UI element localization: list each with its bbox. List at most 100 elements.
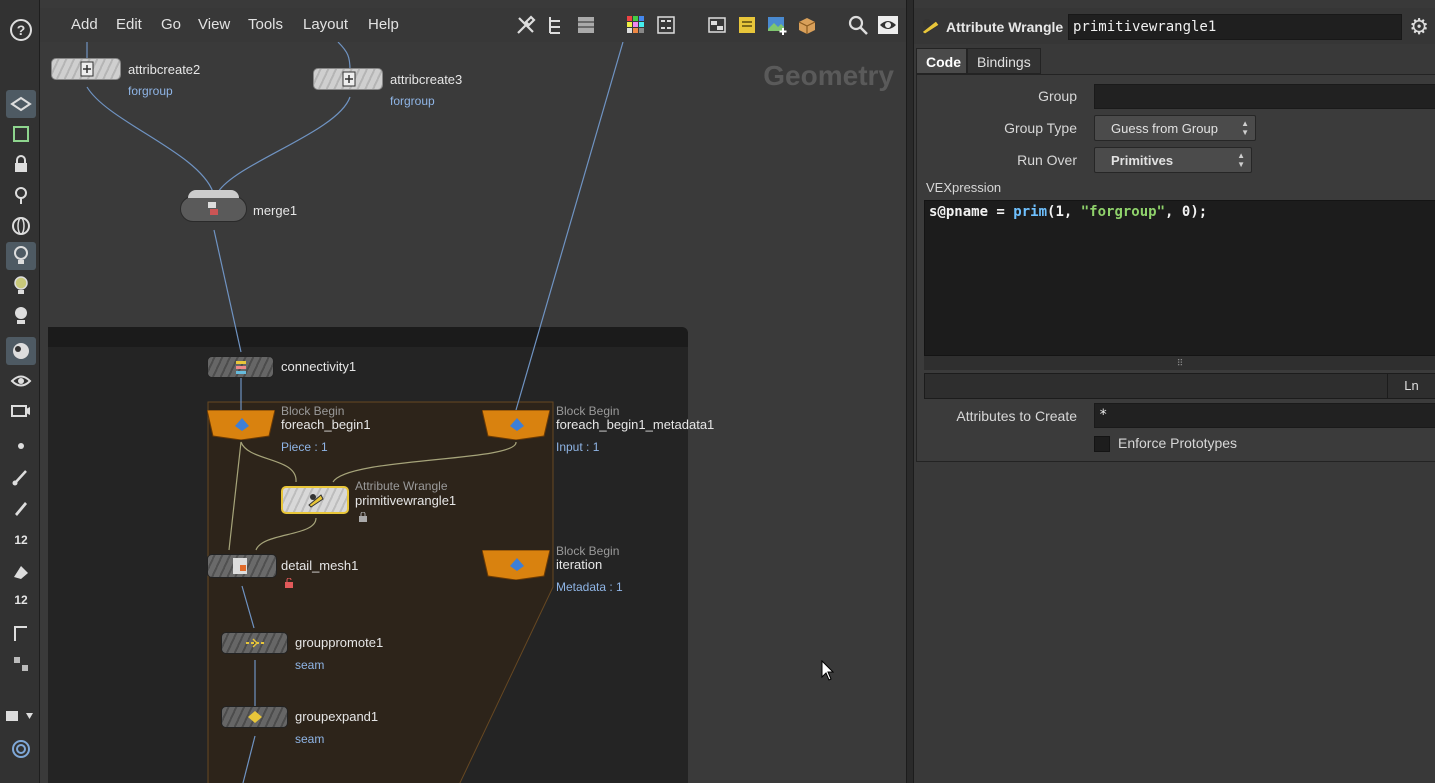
parameter-header: Attribute Wrangle primitivewrangle1 ⚙ [914, 8, 1435, 44]
node-name: primitivewrangle1 [355, 493, 457, 508]
node-type-label: Attribute Wrangle [946, 19, 1064, 35]
menu-go[interactable]: Go [161, 16, 181, 33]
menu-view[interactable]: View [198, 16, 230, 33]
run-over-dropdown[interactable]: Primitives ▲ ▼ [1094, 147, 1252, 173]
node-name: connectivity1 [281, 359, 357, 374]
menu-layout[interactable]: Layout [303, 16, 348, 33]
code-token: s@pname = [929, 204, 1014, 220]
pose-tool-button[interactable] [6, 120, 36, 148]
list-icon [578, 17, 594, 33]
render-icon [13, 343, 29, 359]
wire-far-metadata [515, 42, 624, 411]
parameter-editor: Attribute Wrangle primitivewrangle1 ⚙ Co… [914, 0, 1435, 783]
search-button[interactable] [847, 14, 869, 36]
eye-tool-button[interactable] [6, 367, 36, 395]
help-icon: ? [10, 19, 32, 41]
enforce-prototypes-checkbox[interactable] [1094, 436, 1110, 452]
node-name: foreach_begin1_metadata1 [556, 417, 715, 432]
sticky-note-icon [739, 17, 755, 33]
network-editor: Add Edit Go View Tools Layout Help Geome… [40, 0, 906, 783]
wire-layer [86, 42, 624, 783]
grid-tool-button[interactable] [6, 650, 36, 678]
code-function: prim [1013, 204, 1048, 220]
group-input[interactable] [1094, 84, 1435, 109]
shapes-button[interactable] [655, 14, 677, 36]
angle-icon [14, 626, 27, 641]
group-type-dropdown[interactable]: Guess from Group ▲ ▼ [1094, 115, 1256, 141]
menu-add[interactable]: Add [71, 16, 98, 33]
camera-tool-button[interactable] [6, 397, 36, 425]
list-view-button[interactable] [575, 14, 597, 36]
view-tool-button[interactable] [6, 212, 36, 240]
cube-icon [510, 418, 524, 431]
paint-icon [14, 566, 28, 579]
node-name: merge1 [253, 203, 298, 218]
light2-tool-button[interactable] [6, 272, 36, 300]
measure2-tool-button[interactable]: 12 [6, 586, 36, 614]
light-tool-button[interactable] [6, 242, 36, 270]
node-name-input[interactable]: primitivewrangle1 [1068, 14, 1402, 40]
tools-button[interactable] [515, 14, 537, 36]
menu-help[interactable]: Help [368, 16, 399, 33]
node-sub: Input : 1 [556, 440, 600, 454]
tab-bindings[interactable]: Bindings [967, 48, 1041, 74]
tree-icon [549, 17, 560, 34]
tab-code[interactable]: Code [916, 48, 967, 74]
background-image-button[interactable] [766, 14, 788, 36]
snap-tool-button[interactable] [6, 181, 36, 209]
skull-icon [15, 307, 27, 324]
select-tool-button[interactable] [6, 90, 36, 118]
gear-icon[interactable]: ⚙ [1409, 14, 1429, 40]
editor-search-bar[interactable]: Ln [924, 373, 1435, 399]
sphere-icon [12, 217, 30, 235]
menu-edit[interactable]: Edit [116, 16, 142, 33]
wire-attribcreate3-merge [217, 96, 351, 193]
brush-tool-button[interactable] [6, 463, 36, 491]
vexpression-editor[interactable]: s@pname = prim(1, "forgroup", 0); [924, 200, 1435, 356]
network-menubar: Add Edit Go View Tools Layout Help [40, 8, 906, 42]
wire-top-mid [337, 42, 351, 71]
viewport-layout-button[interactable] [6, 702, 36, 730]
brush-icon [12, 470, 27, 486]
run-over-value: Primitives [1111, 153, 1174, 168]
network-box-icon [708, 17, 726, 33]
node-name: grouppromote1 [295, 635, 384, 650]
paint-tool-button[interactable] [6, 557, 36, 585]
eye-icon [878, 16, 898, 34]
code-token: , 0); [1165, 204, 1208, 220]
angle-tool-button[interactable] [6, 619, 36, 647]
menu-tools[interactable]: Tools [248, 16, 283, 33]
lightbulb-icon [14, 276, 28, 294]
measure2-count: 12 [14, 593, 28, 607]
render-tool-button[interactable] [6, 337, 36, 365]
unlock-icon [285, 578, 293, 588]
node-name: foreach_begin1 [281, 417, 371, 432]
tree-view-button[interactable] [545, 14, 567, 36]
attributes-to-create-input[interactable]: * [1094, 403, 1435, 428]
groupexpand-icon [248, 711, 262, 723]
point-tool-button[interactable] [6, 432, 36, 460]
help-button[interactable]: ? [6, 16, 36, 44]
measure-tool-button[interactable]: 12 [6, 526, 36, 554]
visibility-button[interactable] [877, 14, 899, 36]
light3-tool-button[interactable] [6, 302, 36, 330]
pose-tool-icon [13, 126, 29, 142]
node-type-label: Block Begin [556, 404, 620, 418]
pen-tool-button[interactable] [6, 493, 36, 521]
editor-resize-handle[interactable]: ⠿ [924, 356, 1435, 370]
eye-icon [10, 375, 32, 387]
box-icon [798, 18, 816, 34]
code-token: (1, [1047, 204, 1081, 220]
network-box-button[interactable] [706, 14, 728, 36]
wire-merge-connectivity [213, 229, 242, 353]
network-graph[interactable]: Geometry attribcreate2 forgroup attribcr… [48, 42, 906, 783]
lock-tool-button[interactable] [6, 150, 36, 178]
pane-divider[interactable] [906, 0, 914, 783]
target-tool-button[interactable] [6, 735, 36, 763]
asset-button[interactable] [796, 14, 818, 36]
palette-button[interactable] [625, 14, 647, 36]
grouppromote-icon [246, 638, 264, 648]
updown-arrows-icon: ▲ ▼ [1241, 119, 1249, 137]
snap-icon [15, 187, 27, 204]
sticky-note-button[interactable] [736, 14, 758, 36]
